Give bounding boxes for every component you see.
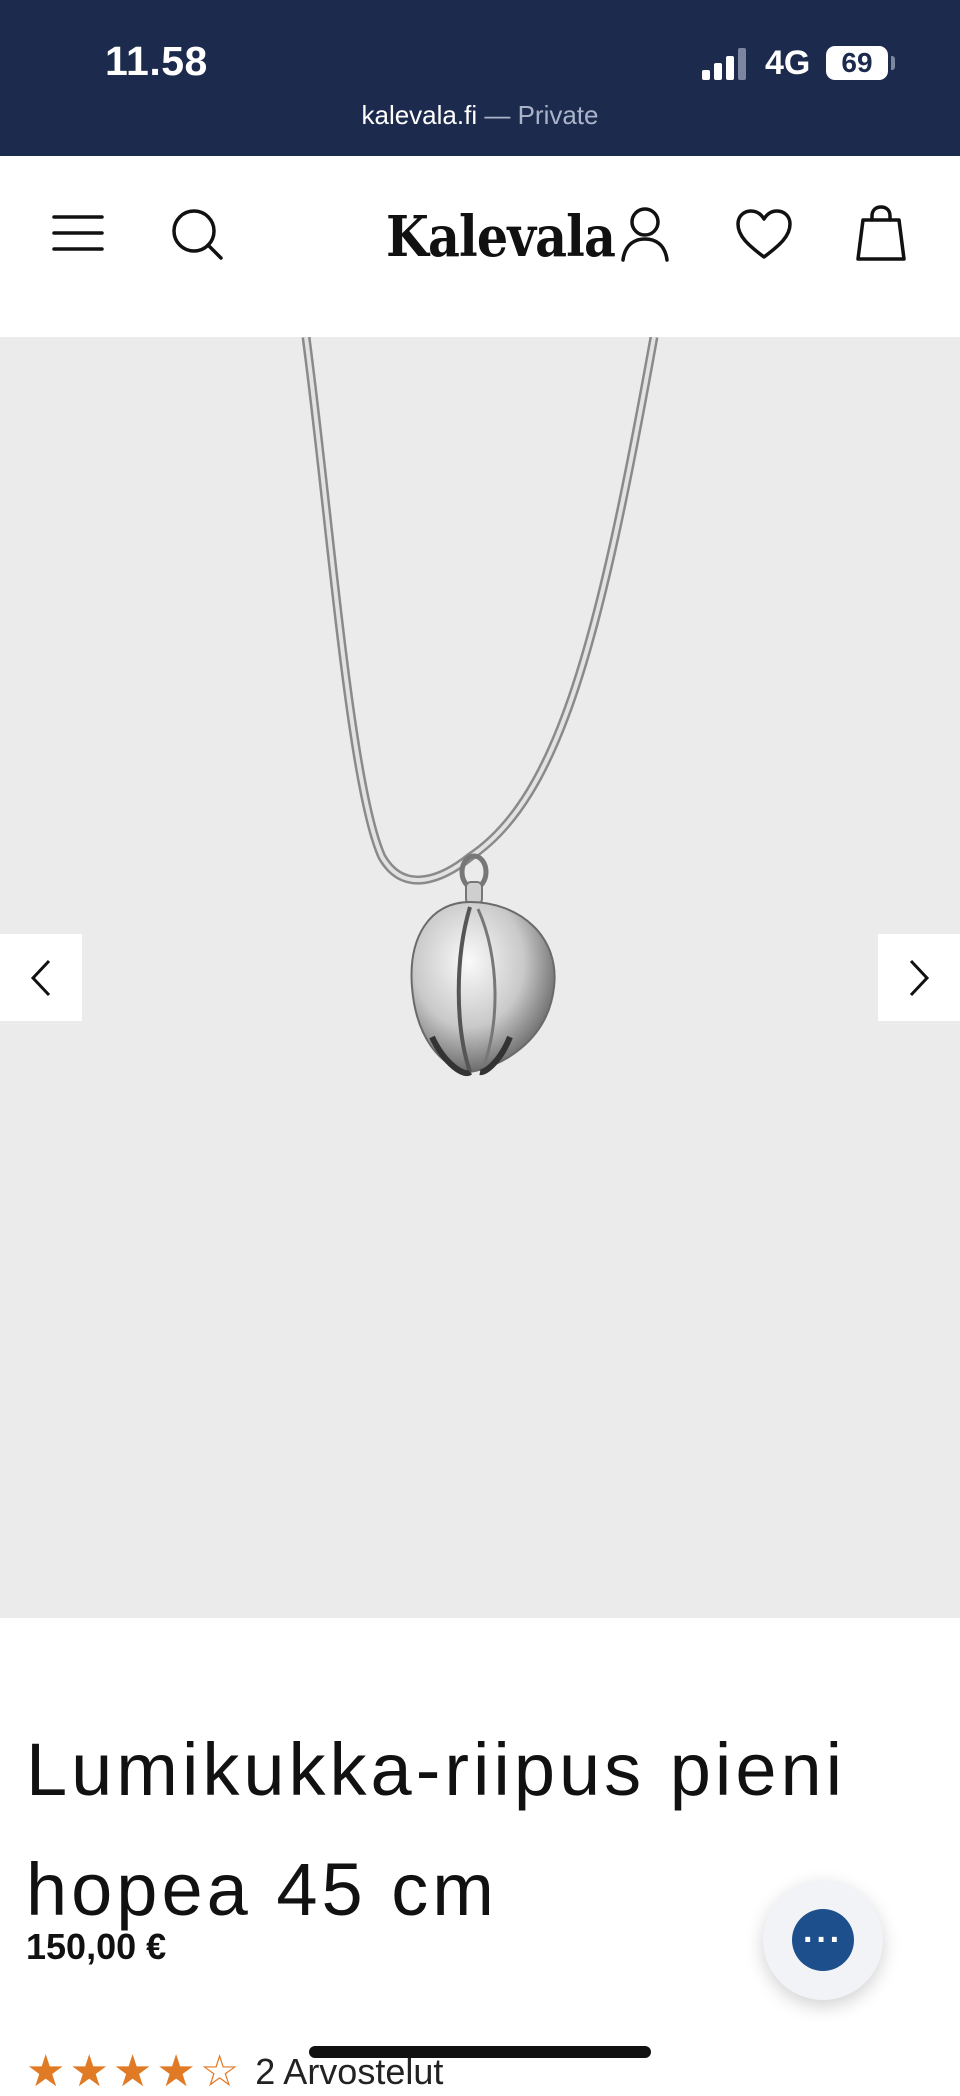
clock: 11.58 <box>105 38 208 84</box>
wishlist-heart-icon <box>736 209 792 259</box>
account-button[interactable] <box>620 206 670 262</box>
network-type: 4G <box>765 44 811 82</box>
home-indicator <box>309 2046 651 2058</box>
battery-icon: 69 <box>826 46 888 80</box>
star-icon: ★ <box>112 2047 153 2096</box>
product-price: 150,00 € <box>26 1926 167 1967</box>
battery-nub <box>891 56 895 70</box>
private-label: — Private <box>484 100 599 130</box>
url-domain: kalevala.fi <box>361 100 478 130</box>
star-icon: ★ <box>69 2047 109 2096</box>
search-icon <box>172 209 223 260</box>
gallery-prev-button[interactable] <box>0 934 82 1021</box>
gallery-next-button[interactable] <box>878 934 960 1021</box>
star-icon: ★ <box>26 2047 66 2096</box>
chevron-left-icon <box>30 959 51 996</box>
status-bar: 11.58 4G 69 kalevala.fi — Private <box>0 0 960 156</box>
kalevala-logo[interactable]: Kalevala <box>386 202 616 272</box>
signal-icon <box>702 48 746 80</box>
shopping-bag-icon <box>856 205 906 261</box>
menu-button[interactable] <box>52 213 104 253</box>
chat-button[interactable]: ··· <box>763 1880 883 2000</box>
account-icon <box>621 207 669 262</box>
star-half-icon: ☆ <box>199 2047 240 2096</box>
rating-summary[interactable]: ★ ★ ★ ★ ☆ 2 Arvostelut <box>26 2047 443 2096</box>
address-bar[interactable]: kalevala.fi — Private <box>0 100 960 131</box>
chat-icon: ··· <box>792 1909 854 1971</box>
chat-dots: ··· <box>803 1921 843 1959</box>
cart-button[interactable] <box>855 204 907 262</box>
site-header: Kalevala <box>0 156 960 337</box>
product-gallery[interactable] <box>0 337 960 1618</box>
wishlist-button[interactable] <box>735 208 793 260</box>
menu-icon <box>52 215 104 251</box>
product-image <box>301 337 659 1077</box>
chevron-right-icon <box>909 959 930 996</box>
star-icon: ★ <box>156 2047 196 2096</box>
search-button[interactable] <box>170 207 224 261</box>
